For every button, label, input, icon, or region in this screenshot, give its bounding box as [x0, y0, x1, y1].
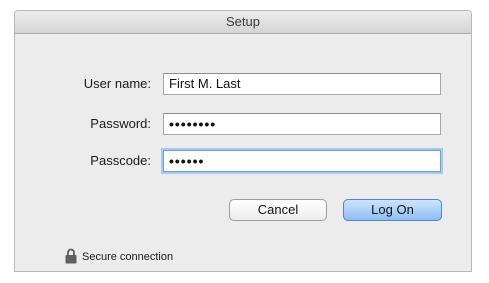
- title-bar: Setup: [15, 11, 471, 34]
- lock-icon: [65, 248, 77, 264]
- cancel-button[interactable]: Cancel: [229, 199, 327, 221]
- window-title: Setup: [226, 14, 260, 29]
- username-field[interactable]: First M. Last: [163, 73, 441, 95]
- password-field[interactable]: ••••••••: [163, 113, 441, 135]
- secure-connection-label: Secure connection: [82, 251, 174, 263]
- password-row: Password: ••••••••: [15, 113, 471, 137]
- passcode-field[interactable]: ••••••: [163, 150, 441, 172]
- passcode-row: Passcode: ••••••: [15, 150, 471, 174]
- username-label: User name:: [83, 76, 151, 91]
- log-on-button[interactable]: Log On: [343, 199, 442, 221]
- username-row: User name: First M. Last: [15, 73, 471, 97]
- password-label: Password:: [90, 116, 151, 131]
- passcode-label: Passcode:: [90, 153, 151, 168]
- setup-dialog: Setup User name: First M. Last Password:…: [14, 10, 472, 272]
